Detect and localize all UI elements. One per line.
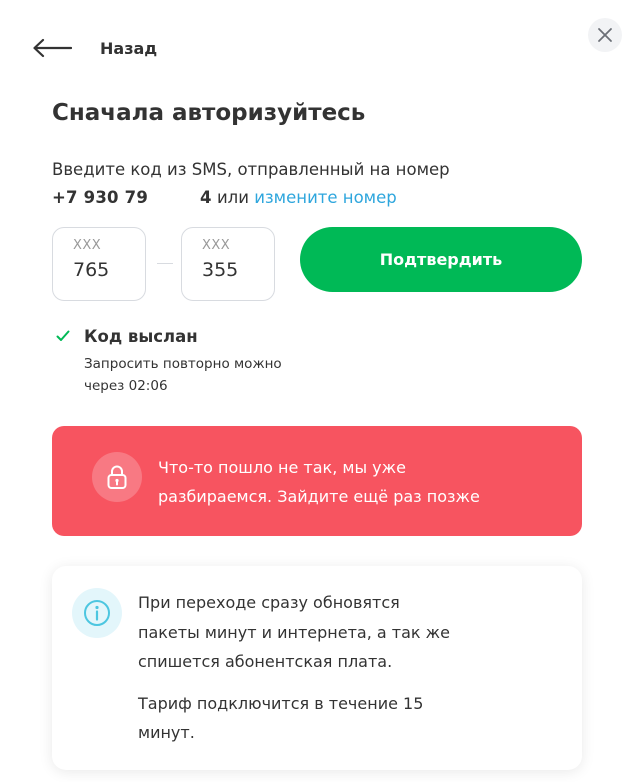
- tariff-info-text: При переходе сразу обновятся пакеты мину…: [138, 588, 558, 748]
- back-label: Назад: [100, 38, 158, 58]
- sms-prompt: Введите код из SMS, отправленный на номе…: [52, 160, 450, 179]
- code-input-part2-value: 355: [202, 259, 239, 281]
- back-button[interactable]: Назад: [32, 38, 157, 58]
- info-paragraph-2: Тариф подключится в течение 15 минут.: [138, 689, 558, 748]
- error-line-1: Что-то пошло не так, мы уже: [158, 458, 406, 477]
- checkmark-icon: [56, 330, 70, 341]
- phone-number-start: +7 930 79: [52, 188, 148, 207]
- info-p2-line-1: Тариф подключится в течение 15: [138, 693, 424, 713]
- code-sent-label: Код выслан: [84, 327, 198, 346]
- error-icon-container: [92, 452, 142, 502]
- info-paragraph-1: При переходе сразу обновятся пакеты мину…: [138, 588, 558, 677]
- info-p1-line-1: При переходе сразу обновятся: [138, 593, 400, 612]
- error-message: Что-то пошло не так, мы уже разбираемся.…: [158, 453, 558, 511]
- error-banner: Что-то пошло не так, мы уже разбираемся.…: [52, 426, 582, 536]
- code-input-part1[interactable]: XXX 765: [52, 227, 146, 301]
- info-p1-line-3: спишется абонентская плата.: [138, 652, 393, 671]
- info-icon-container: [72, 588, 122, 638]
- tariff-info-card: При переходе сразу обновятся пакеты мину…: [52, 566, 582, 770]
- phone-number-redaction: [148, 190, 200, 207]
- close-button[interactable]: [588, 18, 622, 52]
- resend-line-1: Запросить повторно можно: [84, 356, 282, 372]
- code-input-part1-value: 765: [73, 259, 110, 281]
- info-p1-line-2: пакеты минут и интернета, а так же: [138, 622, 450, 642]
- resend-line-2: через 02:06: [84, 378, 168, 394]
- code-input-part2-placeholder: XXX: [202, 238, 231, 253]
- confirm-button[interactable]: Подтвердить: [300, 227, 582, 292]
- arrow-left-icon: [33, 38, 72, 58]
- phone-line: +7 930 79 4 или измените номер: [52, 184, 572, 212]
- info-icon: [84, 600, 110, 626]
- code-input-part2[interactable]: XXX 355: [181, 227, 275, 301]
- resend-timer-text: Запросить повторно можно через 02:06: [84, 353, 324, 397]
- change-number-link[interactable]: измените номер: [254, 188, 397, 207]
- close-icon: [598, 28, 612, 42]
- info-p2-line-2: минут.: [138, 723, 195, 742]
- error-line-2: разбираемся. Зайдите ещё раз позже: [158, 487, 480, 506]
- or-text: или: [216, 188, 249, 207]
- page-title: Сначала авторизуйтесь: [52, 100, 366, 126]
- sms-instructions: Введите код из SMS, отправленный на номе…: [52, 156, 572, 212]
- code-input-part1-placeholder: XXX: [73, 238, 102, 253]
- lock-icon: [107, 465, 127, 489]
- phone-number-end: 4: [200, 188, 212, 207]
- code-separator: [157, 263, 173, 264]
